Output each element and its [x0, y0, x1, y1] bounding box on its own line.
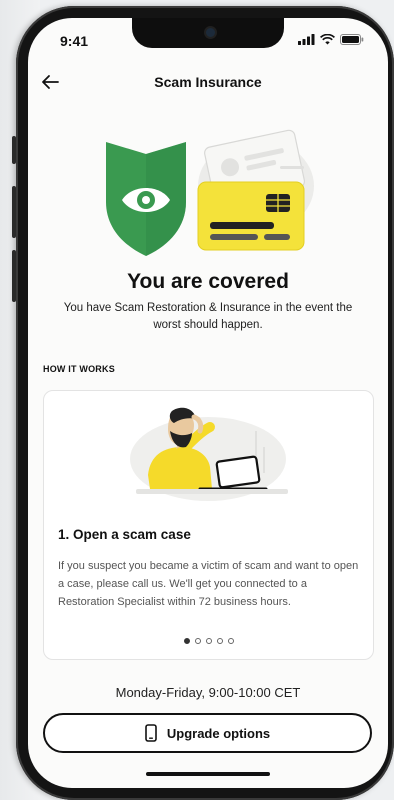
upgrade-options-label: Upgrade options — [166, 725, 271, 741]
pagination-dot-5[interactable] — [227, 638, 234, 644]
covered-description: You have Scam Restoration & Insurance in… — [63, 302, 353, 331]
page-title: Scam Insurance — [154, 74, 262, 90]
support-hours: Monday-Friday, 9:00-10:00 CET — [115, 685, 301, 700]
app-header: Scam Insurance — [28, 62, 388, 102]
wifi-icon — [320, 34, 335, 45]
home-indicator[interactable] — [146, 772, 270, 776]
step-title: 1. Open a scam case — [58, 527, 191, 542]
pagination-dot-4[interactable] — [216, 638, 223, 644]
signal-icon — [298, 34, 315, 45]
phone-screen: 9:41 Scam Insurance You are covered You … — [28, 18, 388, 788]
covered-headline: You are covered — [127, 270, 289, 293]
step-description: If you suspect you became a victim of sc… — [58, 560, 359, 608]
carousel-pagination — [44, 638, 373, 644]
person-laptop-illustration — [130, 407, 288, 501]
status-icons — [298, 34, 364, 45]
upgrade-options-button[interactable]: Upgrade options — [43, 713, 372, 753]
pagination-dot-3[interactable] — [205, 638, 212, 644]
pagination-dot-1[interactable] — [183, 638, 190, 644]
shield-card-illustration — [106, 129, 314, 256]
phone-icon — [145, 724, 157, 742]
notch — [132, 18, 284, 48]
volume-down-button — [12, 250, 16, 302]
camera-icon — [206, 28, 215, 37]
how-it-works-label: HOW IT WORKS — [43, 364, 115, 374]
status-time: 9:41 — [60, 33, 89, 49]
battery-icon — [340, 34, 364, 45]
mute-switch — [12, 136, 16, 164]
pagination-dot-2[interactable] — [194, 638, 201, 644]
volume-up-button — [12, 186, 16, 238]
how-it-works-carousel[interactable]: 1. Open a scam case If you suspect you b… — [43, 390, 374, 660]
